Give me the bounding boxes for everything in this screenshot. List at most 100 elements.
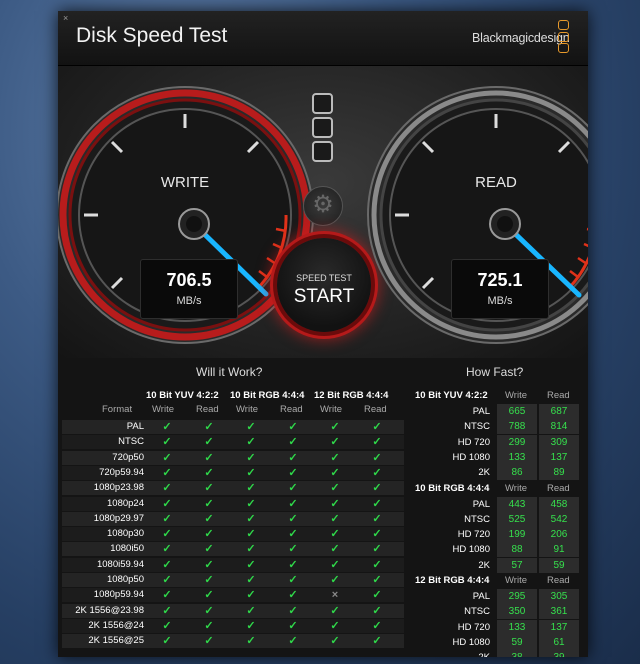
check-icon: ✓ [246,528,256,541]
check-icon: ✓ [204,589,214,602]
check-icon: ✓ [372,421,382,433]
hf-row: PAL 295 305 [407,589,588,604]
check-icon: ✓ [204,604,214,617]
hf-write-value: 299 [497,434,537,450]
hf-write-value: 86 [497,465,537,481]
wiw-format-label: 2K 1556@24 [88,619,144,631]
check-icon: ✓ [372,604,382,617]
wiw-row: NTSC ✓ ✓ ✓ ✓ ✓ ✓ [62,435,404,450]
check-icon: ✓ [162,512,172,525]
hf-row: 2K 86 89 [407,465,588,481]
hf-write-value: 788 [497,419,537,435]
check-icon: ✓ [288,528,298,541]
check-icon: ✓ [246,604,256,617]
hf-sub-write: Write [505,575,527,586]
hf-read-value: 91 [539,542,579,558]
check-icon: ✓ [246,497,256,510]
wiw-group-2: 12 Bit RGB 4:4:4 [314,390,389,401]
write-readout: 706.5 MB/s [140,259,238,319]
hf-group-title: 12 Bit RGB 4:4:4 [415,575,490,586]
wiw-row: 1080i59.94 ✓ ✓ ✓ ✓ ✓ ✓ [62,557,404,572]
hf-sub-read: Read [547,575,570,586]
check-icon: ✓ [288,436,298,449]
start-button[interactable]: SPEED TEST START [277,238,371,332]
check-icon: ✓ [204,497,214,510]
check-icon: ✓ [288,619,298,632]
wiw-format-label: 1080i50 [110,543,144,555]
wiw-format-label: 1080p23.98 [93,482,144,494]
check-icon: ✓ [330,482,340,495]
check-icon: ✓ [162,436,172,449]
check-icon: ✓ [246,451,256,464]
wiw-row: 720p59.94 ✓ ✓ ✓ ✓ ✓ ✓ [62,465,404,480]
hf-row: HD 720 199 206 [407,527,588,543]
check-icon: ✓ [246,635,256,648]
wiw-row: 1080p30 ✓ ✓ ✓ ✓ ✓ ✓ [62,527,404,542]
hf-row-label: HD 720 [457,436,490,448]
close-button[interactable]: × [63,14,71,23]
check-icon: ✓ [162,497,172,510]
check-icon: ✓ [162,635,172,648]
hf-row-label: 2K [407,650,490,657]
wiw-row: 1080p24 ✓ ✓ ✓ ✓ ✓ ✓ [62,496,404,511]
hf-read-value: 59 [539,557,579,573]
check-icon: ✓ [372,543,382,556]
wiw-format-label: 1080i59.94 [96,558,144,570]
check-icon: ✓ [288,497,298,510]
check-icon: ✓ [288,589,298,602]
check-icon: ✓ [288,635,298,648]
check-icon: ✓ [288,466,298,479]
check-icon: ✓ [204,451,214,464]
hf-row: PAL 443 458 [407,496,588,512]
check-icon: ✓ [372,589,382,602]
check-icon: ✓ [162,421,172,433]
check-icon: ✓ [372,466,382,479]
check-icon: ✓ [372,436,382,449]
read-gauge: READ 725.1 MB/s [365,84,588,346]
wiw-row: 1080p23.98 ✓ ✓ ✓ ✓ ✓ ✓ [62,481,404,496]
wiw-format-label: 2K 1556@25 [88,635,144,647]
hf-row-label: PAL [472,406,490,417]
check-icon: ✓ [330,497,340,510]
check-icon: ✓ [372,619,382,632]
write-unit: MB/s [176,295,202,307]
hf-read-value: 309 [539,434,579,450]
hf-row: HD 720 133 137 [407,619,588,635]
check-icon: ✓ [246,558,256,571]
blackmagic-logo-icon [558,20,569,55]
gauge-panel: WRITE 706.5 MB/s ⚙ SPEED TEST START READ… [58,66,588,358]
hf-read-value: 137 [539,449,579,465]
hf-sub-read: Read [547,390,570,401]
hf-row-label: PAL [472,498,490,510]
wiw-sub-read-2: Read [364,404,387,415]
read-unit: MB/s [487,295,513,307]
wiw-row: 2K 1556@25 ✓ ✓ ✓ ✓ ✓ ✓ [62,634,404,649]
wiw-format-label: 1080p59.94 [93,589,144,601]
check-icon: ✓ [204,436,214,449]
hf-write-value: 133 [497,449,537,465]
hf-read-value: 542 [539,511,579,527]
check-icon: ✓ [372,451,382,464]
hf-read-value: 61 [539,634,579,650]
wiw-row: 2K 1556@23.98 ✓ ✓ ✓ ✓ ✓ ✓ [62,603,404,618]
check-icon: ✓ [330,451,340,464]
hf-write-value: 443 [497,496,537,512]
hf-row: HD 720 299 309 [407,434,588,450]
wiw-row: 2K 1556@24 ✓ ✓ ✓ ✓ ✓ ✓ [62,618,404,633]
check-icon: ✓ [204,619,214,632]
indicator-square-1 [312,93,333,114]
check-icon: ✓ [372,528,382,541]
wiw-group-0: 10 Bit YUV 4:2:2 [146,390,219,401]
hf-write-value: 59 [497,634,537,650]
app-title: Disk Speed Test [76,24,228,47]
hf-row: HD 1080 133 137 [407,449,588,465]
check-icon: ✓ [330,574,340,586]
hf-write-value: 199 [497,527,537,543]
hf-group-title: 10 Bit RGB 4:4:4 [415,482,490,494]
gear-icon[interactable]: ⚙ [303,186,343,226]
hf-sub-read: Read [547,482,570,494]
check-icon: ✓ [330,604,340,617]
check-icon: ✓ [288,482,298,495]
wiw-format-header: Format [102,404,133,415]
hf-row-label: NTSC [464,513,490,525]
